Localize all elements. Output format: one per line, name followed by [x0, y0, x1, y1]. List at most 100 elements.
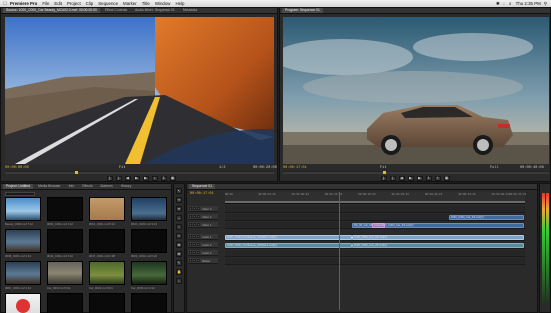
play-icon[interactable]: ▶: [133, 175, 140, 181]
track-lock-icon[interactable]: [193, 223, 196, 226]
source-zoom-select[interactable]: 1/2: [219, 166, 225, 170]
track-eye-icon[interactable]: [189, 243, 192, 246]
app-menu[interactable]: Premiere Pro: [10, 1, 37, 6]
timeline-ruler[interactable]: 00:00 00:00:04:23 00:00:09:23 00:00:14:23 00…: [225, 192, 526, 204]
program-fit-select[interactable]: Fit: [380, 166, 386, 170]
source-video-frame[interactable]: [5, 17, 274, 164]
track-lane[interactable]: [225, 258, 525, 265]
timeline-clip[interactable]: 1000_C000_Car Beauty_MC#02.0.mxf[A]: [225, 243, 352, 248]
track-sync-icon[interactable]: [197, 215, 200, 218]
track-lock-icon[interactable]: [193, 259, 196, 262]
transition-clip[interactable]: Cross Dissolve: [371, 223, 386, 228]
track-header[interactable]: Audio 3: [188, 250, 218, 256]
source-timecode-in[interactable]: 00:00:00:00: [5, 166, 29, 170]
track-eye-icon[interactable]: [189, 235, 192, 238]
wifi-icon[interactable]: ◌: [503, 1, 506, 6]
track-header[interactable]: Master: [188, 258, 218, 264]
overwrite-icon[interactable]: ↧: [160, 175, 167, 181]
source-fit-select[interactable]: Fit: [119, 166, 125, 170]
track-header[interactable]: Video 1: [188, 222, 218, 228]
track-header[interactable]: Video 2: [188, 214, 218, 220]
slip-tool-icon[interactable]: ⇆: [176, 242, 182, 248]
rolling-tool-icon[interactable]: ↔: [176, 215, 182, 221]
tab-source[interactable]: Source: 1000_C000_Car Beauty_MC#02.0.mxf…: [3, 8, 100, 13]
timeline-clip[interactable]: 1000_C000_Car_Z3.mxf[A]: [351, 243, 524, 248]
menu-clip[interactable]: Clip: [86, 1, 94, 6]
project-clip-thumbnail[interactable]: [5, 261, 41, 285]
program-export-frame-icon[interactable]: ▣: [443, 175, 450, 181]
menu-marker[interactable]: Marker: [123, 1, 137, 6]
source-playhead[interactable]: [75, 171, 78, 174]
bluetooth-icon[interactable]: ✱: [496, 1, 500, 7]
tab-effects[interactable]: Effects: [79, 184, 95, 189]
extract-icon[interactable]: ⇧: [434, 175, 441, 181]
track-sync-icon[interactable]: [197, 251, 200, 254]
track-lane[interactable]: [225, 206, 525, 213]
track-lock-icon[interactable]: [193, 207, 196, 210]
project-clip-thumbnail[interactable]: [89, 197, 125, 221]
ripple-tool-icon[interactable]: ⇹: [176, 206, 182, 212]
project-clip-thumbnail[interactable]: [131, 261, 167, 285]
project-clip-thumbnail[interactable]: [89, 261, 125, 285]
lift-icon[interactable]: ↥: [425, 175, 432, 181]
step-forward-icon[interactable]: ▶: [142, 175, 149, 181]
step-back-icon[interactable]: ◀: [124, 175, 131, 181]
program-step-forward-icon[interactable]: ▶: [416, 175, 423, 181]
menu-file[interactable]: File: [42, 1, 49, 6]
track-header[interactable]: Audio 1: [188, 234, 218, 240]
menu-help[interactable]: Help: [175, 1, 184, 6]
project-clip-thumbnail[interactable]: [89, 293, 125, 313]
timeline-clip[interactable]: 1000_C000_Car_Z3.mxf[V]: [448, 215, 524, 220]
timeline-clip[interactable]: 1000_C000_Car_Z3.mxf[V]: [378, 223, 524, 228]
timeline-clip[interactable]: 1000_C000_Car Beauty_MC#02.0.mxf[V]: [225, 235, 352, 240]
timeline-timecode[interactable]: 00:00:17:01: [190, 192, 214, 196]
track-lock-icon[interactable]: [193, 251, 196, 254]
slide-tool-icon[interactable]: ⇄: [176, 251, 182, 257]
menu-title[interactable]: Title: [142, 1, 150, 6]
program-play-icon[interactable]: ▶: [407, 175, 414, 181]
rate-stretch-tool-icon[interactable]: ⇔: [176, 224, 182, 230]
tab-history[interactable]: History: [118, 184, 135, 189]
track-eye-icon[interactable]: [189, 207, 192, 210]
razor-tool-icon[interactable]: ✂: [176, 233, 182, 239]
tab-markers[interactable]: Markers: [98, 184, 116, 189]
hand-tool-icon[interactable]: ✋: [176, 269, 182, 275]
project-clip-thumbnail[interactable]: [89, 229, 125, 253]
project-clip-thumbnail[interactable]: [131, 229, 167, 253]
project-clip-thumbnail[interactable]: [47, 197, 83, 221]
project-clip-thumbnail[interactable]: [47, 293, 83, 313]
track-sync-icon[interactable]: [197, 223, 200, 226]
work-area-bar[interactable]: [225, 201, 525, 203]
menu-edit[interactable]: Edit: [54, 1, 62, 6]
export-frame-icon[interactable]: ▣: [169, 175, 176, 181]
track-lane[interactable]: [225, 250, 525, 257]
tab-effect-controls[interactable]: Effect Controls: [102, 8, 130, 13]
track-select-tool-icon[interactable]: ↠: [176, 197, 182, 203]
program-timecode-in[interactable]: 00:00:17:01: [283, 166, 307, 170]
project-clip-thumbnail[interactable]: [131, 197, 167, 221]
tab-program[interactable]: Program: Sequence 01: [282, 8, 323, 13]
tab-info[interactable]: Info: [66, 184, 78, 189]
timeline-clip[interactable]: 1000_C000_Car_Z3.mxf[V]: [351, 235, 524, 240]
project-clip-thumbnail[interactable]: [47, 261, 83, 285]
program-zoom-select[interactable]: Full: [490, 166, 499, 170]
track-sync-icon[interactable]: [197, 235, 200, 238]
program-mark-out-icon[interactable]: }: [389, 175, 396, 181]
selection-tool-icon[interactable]: ↖: [176, 188, 182, 194]
tab-project[interactable]: Project: Untitled: [3, 184, 33, 189]
menu-window[interactable]: Window: [155, 1, 171, 6]
track-eye-icon[interactable]: [189, 251, 192, 254]
program-step-back-icon[interactable]: ◀: [398, 175, 405, 181]
timeline-playhead[interactable]: [338, 192, 340, 310]
project-clip-thumbnail[interactable]: [5, 229, 41, 253]
insert-icon[interactable]: ↕: [151, 175, 158, 181]
track-eye-icon[interactable]: [189, 259, 192, 262]
volume-icon[interactable]: ♬: [508, 1, 512, 6]
apple-icon[interactable]: : [0, 1, 10, 7]
program-time-ruler[interactable]: [283, 171, 549, 174]
zoom-tool-icon[interactable]: ⌕: [176, 278, 182, 284]
track-sync-icon[interactable]: [197, 207, 200, 210]
mark-in-icon[interactable]: {: [106, 175, 113, 181]
track-eye-icon[interactable]: [189, 223, 192, 226]
mark-out-icon[interactable]: }: [115, 175, 122, 181]
